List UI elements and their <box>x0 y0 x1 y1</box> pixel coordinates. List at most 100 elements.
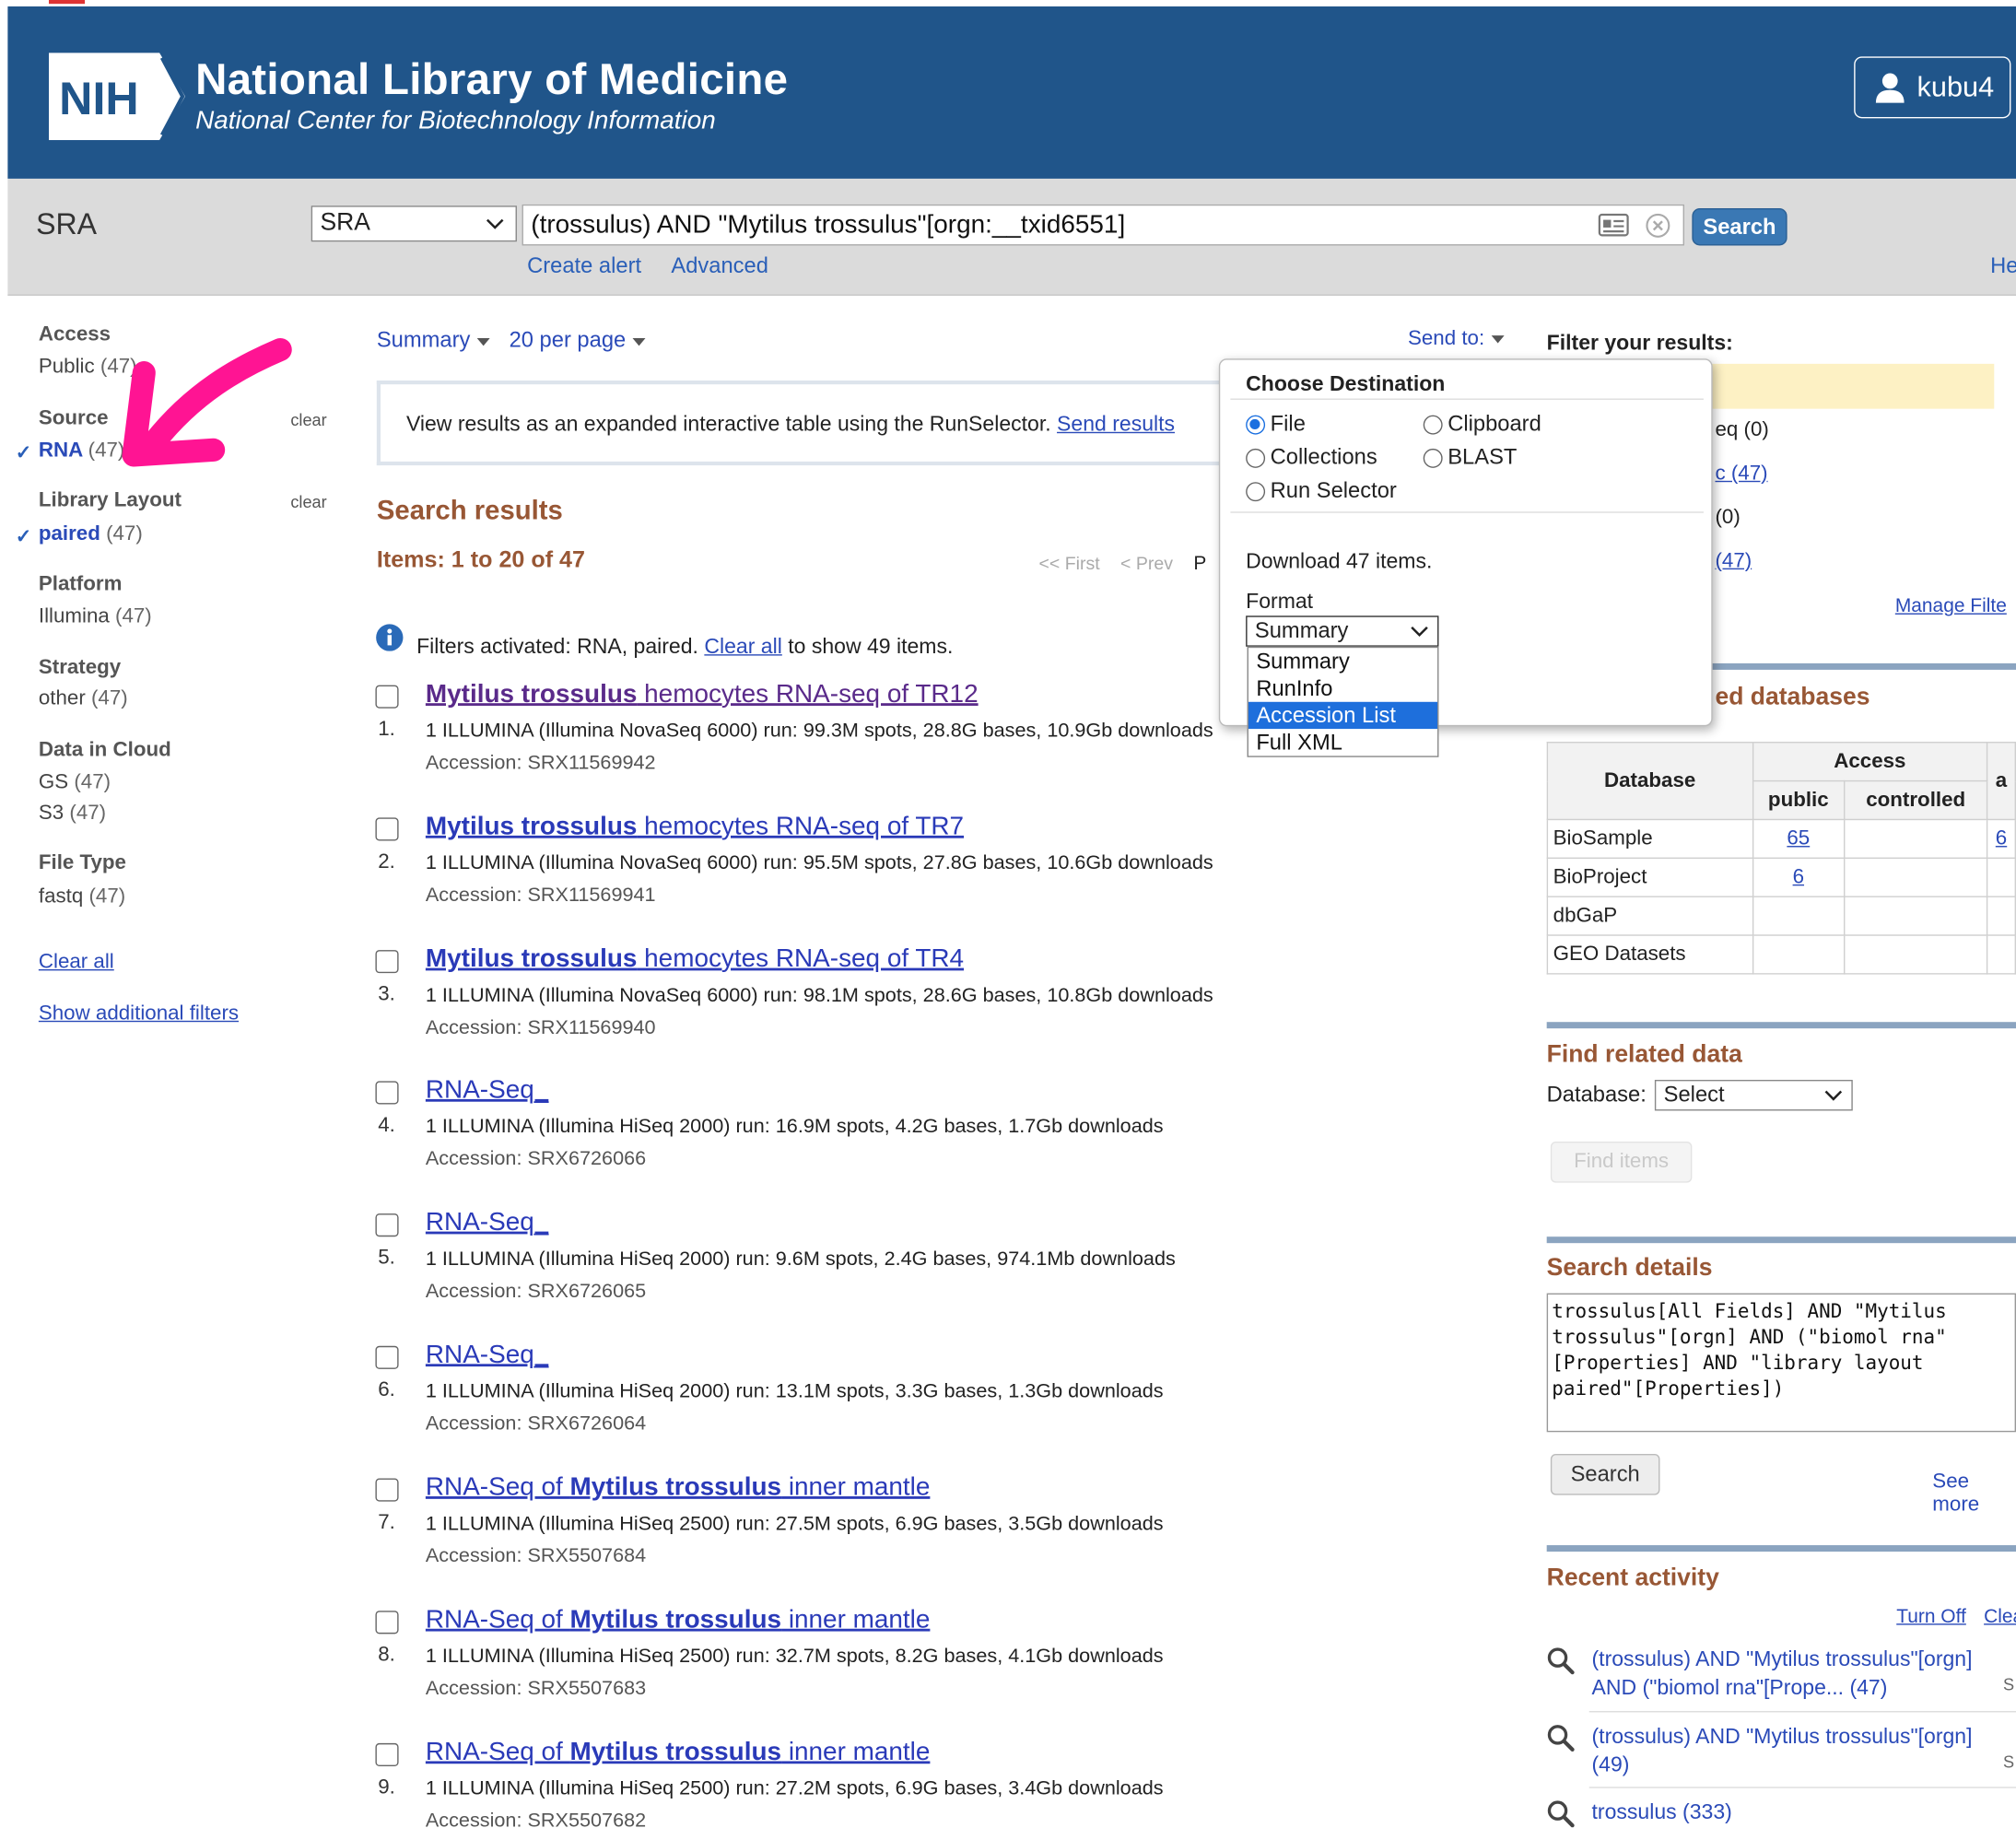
title-text: RNA-Seq_ <box>425 1075 549 1105</box>
filter-layout-paired[interactable]: paired (47) <box>39 523 143 546</box>
per-page-menu[interactable]: 20 per page <box>510 328 646 354</box>
filter-cloud-title: Data in Cloud <box>38 739 171 761</box>
result-checkbox[interactable] <box>375 1611 399 1635</box>
nih-logo-icon[interactable]: NIH <box>49 53 185 141</box>
filter-cloud-gs[interactable]: GS (47) <box>39 771 111 794</box>
result-accession: Accession: SRX5507683 <box>425 1677 647 1700</box>
nih-logo-text: NIH <box>59 73 139 124</box>
extra-count-link[interactable]: 6 <box>1996 827 2007 850</box>
filter-source-title: Source <box>38 407 109 430</box>
dest-clipboard-radio[interactable]: Clipboard <box>1423 411 1541 437</box>
result-title-link[interactable]: Mytilus trossulus hemocytes RNA-seq of T… <box>426 680 979 709</box>
top-red-mark <box>49 0 86 5</box>
magnifier-icon <box>1547 1800 1575 1828</box>
result-title-link[interactable]: Mytilus trossulus hemocytes RNA-seq of T… <box>426 813 964 842</box>
send-results-link[interactable]: Send results <box>1057 413 1175 436</box>
create-alert-link[interactable]: Create alert <box>527 253 641 279</box>
public-count[interactable]: 6 <box>1752 857 1846 897</box>
annotation-arrow <box>122 337 292 467</box>
filter-frag[interactable]: (47) <box>1715 550 1752 573</box>
result-checkbox[interactable] <box>375 1478 399 1502</box>
clear-all-filters-link[interactable]: Clear all <box>39 951 114 974</box>
ncbi-subtitle[interactable]: National Center for Biotechnology Inform… <box>195 107 716 136</box>
clear-all-link[interactable]: Clear all <box>704 635 781 658</box>
filter-frag[interactable]: c (47) <box>1715 463 1767 486</box>
format-option-summary[interactable]: Summary <box>1248 648 1437 674</box>
result-checkbox[interactable] <box>375 1345 399 1369</box>
result-title-link[interactable]: RNA-Seq of Mytilus trossulus inner mantl… <box>426 1473 931 1503</box>
result-title-link[interactable]: Mytilus trossulus hemocytes RNA-seq of T… <box>426 944 964 974</box>
col-a: a <box>1987 742 2016 821</box>
clear-activity-link[interactable]: Clea <box>1984 1606 2016 1628</box>
dest-file-radio[interactable]: File <box>1246 411 1306 437</box>
dest-file-label: File <box>1270 411 1306 436</box>
user-account-button[interactable]: kubu4 <box>1854 56 2011 119</box>
filter-frag[interactable]: eq (0) <box>1715 419 1768 442</box>
pager-prev[interactable]: < Prev <box>1120 553 1173 573</box>
id-card-icon[interactable] <box>1598 213 1629 237</box>
search-term-input[interactable]: (trossulus) AND "Mytilus trossulus"[orgn… <box>522 204 1684 246</box>
summary-format-menu[interactable]: Summary <box>377 328 490 354</box>
result-title-link[interactable]: RNA-Seq_ <box>426 1076 548 1106</box>
format-select[interactable]: Summary <box>1246 615 1439 647</box>
filter-platform-illumina[interactable]: Illumina (47) <box>39 605 152 628</box>
details-search-button[interactable]: Search <box>1550 1453 1660 1495</box>
public-count[interactable]: 65 <box>1752 818 1846 860</box>
search-button[interactable]: Search <box>1692 208 1787 246</box>
result-number: 3. <box>378 983 395 1006</box>
filter-frag[interactable]: (0) <box>1715 507 1740 530</box>
result-title-link[interactable]: RNA-Seq of Mytilus trossulus inner mantl… <box>426 1738 931 1767</box>
filter-filetype-fastq[interactable]: fastq (47) <box>39 885 125 908</box>
advanced-link[interactable]: Advanced <box>671 253 768 279</box>
find-items-button[interactable]: Find items <box>1550 1141 1693 1183</box>
col-public: public <box>1752 779 1846 821</box>
filter-strategy-other[interactable]: other (47) <box>39 687 128 710</box>
dest-collections-radio[interactable]: Collections <box>1246 445 1377 471</box>
db-name: BioSample <box>1546 818 1753 860</box>
filter-source-rna[interactable]: RNA (47) <box>39 439 124 463</box>
public-count-link[interactable]: 65 <box>1787 827 1810 850</box>
help-link[interactable]: He <box>1990 253 2016 279</box>
find-related-db-select[interactable]: Select <box>1654 1079 1853 1111</box>
dest-blast-radio[interactable]: BLAST <box>1423 445 1517 471</box>
format-option-runinfo[interactable]: RunInfo <box>1248 674 1437 701</box>
result-checkbox[interactable] <box>375 1081 399 1105</box>
runselector-text: View results as an expanded interactive … <box>406 413 1175 438</box>
filters-msg-pre: Filters activated: RNA, paired. <box>416 635 698 659</box>
see-more-link[interactable]: See more <box>1932 1471 2016 1517</box>
clear-circle-icon[interactable] <box>1646 213 1670 239</box>
result-checkbox[interactable] <box>375 685 399 709</box>
result-title-link[interactable]: RNA-Seq_ <box>426 1341 548 1370</box>
dest-run-selector-radio[interactable]: Run Selector <box>1246 478 1397 504</box>
recent-activity-text[interactable]: (trossulus) AND "Mytilus trossulus"[orgn… <box>1592 1723 2004 1779</box>
filter-layout-clear[interactable]: clear <box>290 492 326 511</box>
show-additional-filters-link[interactable]: Show additional filters <box>39 1002 239 1025</box>
format-option-full-xml[interactable]: Full XML <box>1248 729 1437 756</box>
filter-cloud-s3[interactable]: S3 (47) <box>39 803 106 826</box>
result-title-link[interactable]: RNA-Seq_ <box>426 1209 548 1238</box>
database-select[interactable]: SRA <box>311 205 517 242</box>
title-organism: Mytilus trossulus <box>569 1472 782 1502</box>
pager-first[interactable]: << First <box>1038 553 1099 573</box>
extra-count[interactable]: 6 <box>1987 818 2016 860</box>
result-title-link[interactable]: RNA-Seq of Mytilus trossulus inner mantl… <box>426 1606 931 1635</box>
search-details-textarea[interactable]: trossulus[All Fields] AND "Mytilus tross… <box>1546 1293 2016 1433</box>
result-checkbox[interactable] <box>375 1213 399 1237</box>
result-checkbox[interactable] <box>375 1742 399 1767</box>
recent-activity-text[interactable]: (trossulus) AND "Mytilus trossulus"[orgn… <box>1592 1646 2004 1702</box>
send-to-menu[interactable]: Send to: <box>1408 328 1505 351</box>
pager-page: P <box>1193 552 1207 575</box>
result-description: 1 ILLUMINA (Illumina HiSeq 2000) run: 13… <box>425 1380 1164 1403</box>
turn-off-link[interactable]: Turn Off <box>1896 1606 1966 1628</box>
manage-filters-link[interactable]: Manage Filte <box>1895 595 2007 617</box>
nlm-title[interactable]: National Library of Medicine <box>195 55 788 105</box>
result-checkbox[interactable] <box>375 950 399 974</box>
filter-count: (47) <box>90 687 128 710</box>
recent-activity-text[interactable]: trossulus (333) <box>1592 1799 2004 1827</box>
result-checkbox[interactable] <box>375 817 399 841</box>
title-prefix: RNA-Seq of <box>425 1472 570 1502</box>
format-option-accession-list[interactable]: Accession List <box>1248 701 1438 730</box>
public-count-link[interactable]: 6 <box>1793 866 1804 888</box>
filter-source-clear[interactable]: clear <box>290 410 326 429</box>
result-number: 2. <box>378 850 395 873</box>
